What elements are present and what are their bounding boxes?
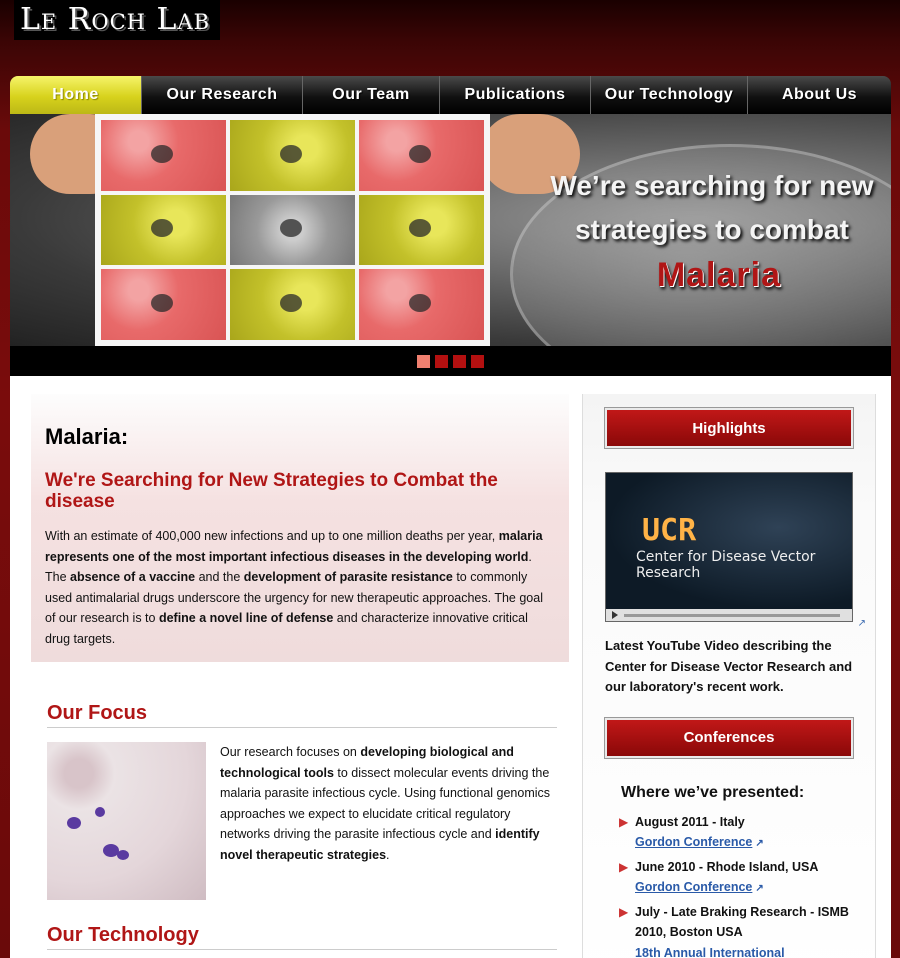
hero-banner[interactable]: We’re searching for new strategies to co… — [10, 114, 891, 346]
nav-our-team[interactable]: Our Team — [303, 76, 440, 114]
sidebar: Highlights UCR Center for Disease Vector… — [582, 394, 876, 958]
site-logo[interactable]: Le Roch Lab — [14, 0, 221, 40]
external-link-icon: ↗ — [755, 883, 764, 894]
conference-list: ▶ August 2011 - Italy Gordon Conference ↗… — [619, 812, 853, 958]
slide-dot-2[interactable] — [435, 354, 448, 368]
poster-tile — [101, 269, 226, 340]
conference-entry: August 2011 - Italy Gordon Conference ↗ — [635, 812, 764, 855]
conference-entry: July - Late Braking Research - ISMB 2010… — [635, 902, 853, 958]
slide-dot-4[interactable] — [471, 354, 484, 368]
main-content: Malaria: We're Searching for New Strateg… — [10, 376, 891, 958]
play-icon[interactable] — [612, 611, 618, 619]
intro-subtitle: We're Searching for New Strategies to Co… — [45, 470, 498, 512]
parasite-cell — [95, 807, 105, 817]
list-item: ▶ June 2010 - Rhode Island, USA Gordon C… — [619, 857, 853, 900]
focus-section: Our Focus Our research focuses on develo… — [47, 702, 557, 900]
video-brand: UCR — [642, 513, 697, 548]
conference-date: June 2010 - Rhode Island, USA — [635, 859, 819, 874]
technology-title: Our Technology — [47, 924, 557, 950]
page-wrapper: Home Our Research Our Team Publications … — [10, 76, 891, 958]
banner-headline: We’re searching for new strategies to co… — [537, 164, 887, 252]
poster-tile — [359, 194, 484, 266]
conference-date: August 2011 - Italy — [635, 814, 745, 829]
list-item: ▶ August 2011 - Italy Gordon Conference ↗ — [619, 812, 853, 855]
slide-dot-1[interactable] — [417, 354, 430, 368]
external-link-icon: ↗ — [755, 838, 764, 849]
bullet-arrow-icon: ▶ — [619, 814, 629, 829]
parasite-cell — [67, 817, 81, 829]
nav-our-research[interactable]: Our Research — [142, 76, 303, 114]
nav-publications[interactable]: Publications — [440, 76, 591, 114]
poster-tile — [230, 194, 355, 266]
focus-body: Our research focuses on developing biolo… — [47, 742, 557, 900]
intro-title: Malaria: — [45, 424, 129, 449]
banner-highlight: Malaria — [656, 256, 781, 294]
conference-link[interactable]: Gordon Conference — [635, 880, 752, 894]
poster-tile — [101, 120, 226, 191]
blood-smear-image — [47, 742, 206, 900]
technology-section: Our Technology — [47, 924, 557, 950]
video-caption: Latest YouTube Video describing the Cent… — [605, 638, 853, 694]
conference-link[interactable]: Gordon Conference — [635, 835, 752, 849]
list-item: ▶ July - Late Braking Research - ISMB 20… — [619, 902, 853, 958]
banner-line-1: We’re searching for new — [550, 170, 874, 201]
parasite-cell — [117, 850, 129, 860]
video-screen[interactable]: UCR Center for Disease Vector Research — [606, 473, 852, 609]
nav-our-technology[interactable]: Our Technology — [591, 76, 748, 114]
nav-home[interactable]: Home — [10, 76, 142, 114]
poster-tile — [230, 269, 355, 340]
bullet-arrow-icon: ▶ — [619, 859, 629, 874]
slide-dot-3[interactable] — [453, 354, 466, 368]
external-link-icon[interactable]: ↗ — [858, 618, 866, 629]
intro-panel: Malaria: We're Searching for New Strateg… — [31, 394, 569, 662]
poster-tile — [359, 120, 484, 191]
slide-pager — [10, 346, 891, 376]
conference-entry: June 2010 - Rhode Island, USA Gordon Con… — [635, 857, 818, 900]
banner-line-2: strategies to combat — [575, 214, 849, 245]
bullet-arrow-icon: ▶ — [619, 904, 629, 919]
intro-paragraph: With an estimate of 400,000 new infectio… — [45, 529, 543, 646]
conferences-header: Conferences — [604, 716, 854, 759]
conference-link[interactable]: 18th Annual International Conference on … — [635, 946, 840, 958]
poster-tile — [359, 269, 484, 340]
banner-cell-poster — [95, 114, 490, 346]
focus-paragraph: Our research focuses on developing biolo… — [220, 745, 551, 862]
focus-title: Our Focus — [47, 702, 557, 728]
video-controls — [606, 609, 852, 621]
video-subtitle: Center for Disease Vector Research — [636, 549, 816, 581]
conference-date: July - Late Braking Research - ISMB 2010… — [635, 904, 849, 940]
highlights-header: Highlights — [604, 407, 854, 449]
youtube-video[interactable]: UCR Center for Disease Vector Research ↗ — [605, 472, 866, 629]
video-progress-track[interactable] — [624, 613, 840, 617]
main-nav: Home Our Research Our Team Publications … — [10, 76, 891, 114]
nav-about-us[interactable]: About Us — [748, 76, 891, 114]
presented-heading: Where we’ve presented: — [621, 783, 805, 801]
poster-tile — [230, 120, 355, 191]
poster-tile — [101, 194, 226, 266]
